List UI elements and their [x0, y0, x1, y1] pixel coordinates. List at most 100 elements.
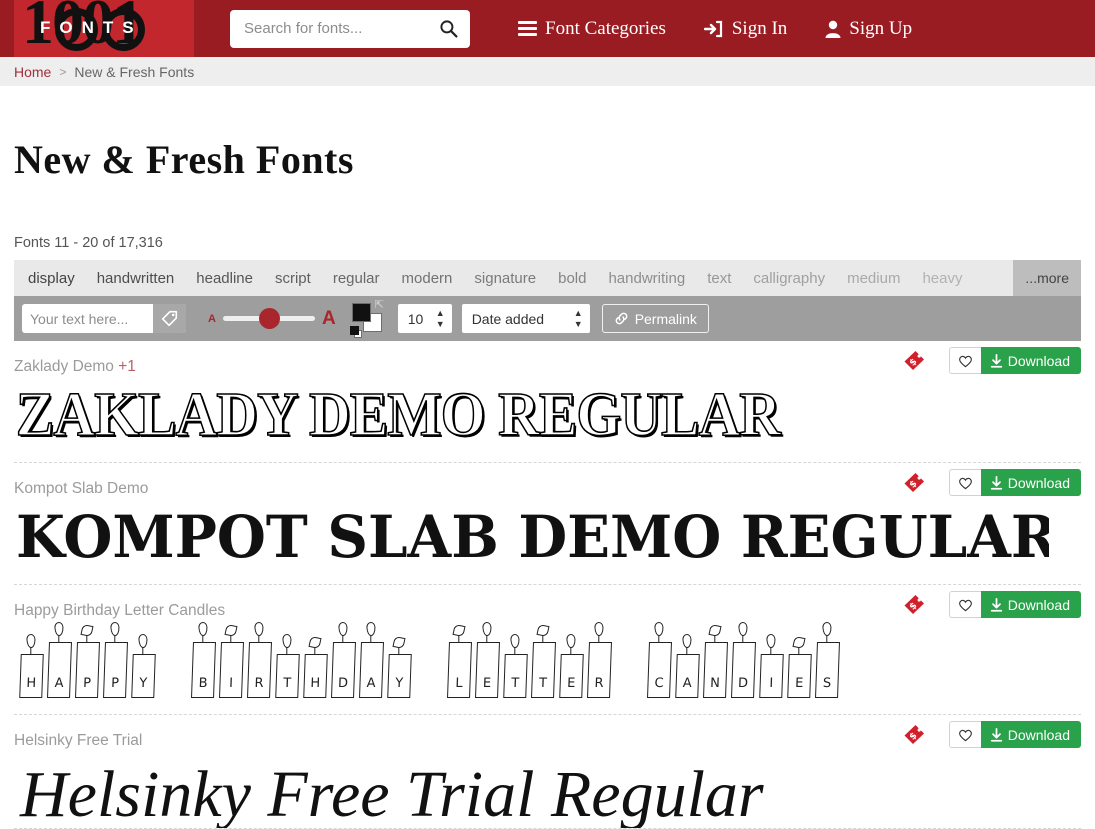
row-button-group: Download — [949, 469, 1081, 496]
wick — [514, 647, 515, 654]
preview-text-input[interactable] — [22, 304, 153, 333]
size-max-label: A — [322, 308, 336, 330]
tag-heavy[interactable]: heavy — [911, 260, 973, 296]
price-tag-dollar-icon[interactable]: $ — [903, 594, 925, 616]
wick — [142, 647, 143, 654]
candle-word: CANDIES — [646, 624, 840, 698]
font-name[interactable]: Kompot Slab Demo — [14, 480, 148, 498]
permalink-label: Permalink — [635, 311, 697, 327]
site-logo[interactable]: 1001 FONTS — [14, 0, 194, 57]
nav-sign-up-label: Sign Up — [849, 18, 912, 40]
reset-colors-foreground[interactable] — [350, 326, 359, 335]
breadcrumb-home[interactable]: Home — [14, 64, 51, 80]
tag-more[interactable]: ...more — [1013, 260, 1081, 296]
flame-icon — [366, 622, 375, 636]
font-sample[interactable]: Helsinky Free Trial Regular — [14, 752, 1081, 828]
price-tag-dollar-icon[interactable]: $ — [903, 472, 925, 494]
nav-font-categories-label: Font Categories — [545, 18, 666, 40]
foreground-color-swatch[interactable] — [352, 303, 371, 322]
font-size-slider-thumb[interactable] — [259, 308, 280, 329]
sort-by-select[interactable]: Date added ▲▼ — [462, 304, 590, 333]
preview-text-field[interactable] — [22, 304, 186, 333]
wick — [686, 647, 687, 654]
price-tag-dollar-icon[interactable]: $ — [903, 724, 925, 746]
tag-modern[interactable]: modern — [391, 260, 464, 296]
flame-icon — [282, 634, 291, 648]
download-arrow-icon — [990, 598, 1003, 612]
candle-body: S — [815, 642, 840, 698]
tag-handwriting[interactable]: handwriting — [597, 260, 696, 296]
font-name-text: Helsinky Free Trial — [14, 732, 142, 749]
font-name[interactable]: Happy Birthday Letter Candles — [14, 602, 225, 620]
favorite-button[interactable] — [949, 721, 981, 748]
color-picker[interactable]: ⇱ — [352, 303, 382, 334]
download-button[interactable]: Download — [981, 721, 1081, 748]
favorite-button[interactable] — [949, 591, 981, 618]
font-list: Zaklady Demo +1$DownloadZAKLADY DEMO REG… — [0, 341, 1095, 829]
tag-signature[interactable]: signature — [463, 260, 547, 296]
download-button[interactable]: Download — [981, 469, 1081, 496]
search-box[interactable] — [230, 10, 470, 48]
wick — [258, 635, 259, 642]
favorite-button[interactable] — [949, 347, 981, 374]
flame-icon — [110, 622, 119, 636]
candle-body: I — [759, 654, 784, 698]
font-size-slider[interactable] — [223, 316, 315, 321]
candle-word: BIRTHDAY — [190, 624, 412, 698]
flame-icon — [198, 622, 207, 636]
row-button-group: Download — [949, 347, 1081, 374]
flame-icon — [822, 622, 831, 636]
candle-word: LETTER — [446, 624, 612, 698]
search-icon[interactable] — [439, 19, 458, 38]
favorite-button[interactable] — [949, 469, 981, 496]
permalink-button[interactable]: Permalink — [602, 304, 709, 333]
tag-icon-button[interactable] — [153, 304, 186, 333]
font-sample[interactable]: KOMPOT SLAB DEMO REGULAR — [14, 500, 1049, 584]
download-button[interactable]: Download — [981, 591, 1081, 618]
breadcrumb-separator: > — [59, 65, 66, 79]
candle-letter: D — [730, 624, 756, 698]
row-actions: $ Download — [903, 347, 1081, 374]
chevron-updown-icon: ▲▼ — [574, 309, 583, 329]
sign-in-arrow-icon — [704, 20, 724, 38]
breadcrumb-current: New & Fresh Fonts — [74, 64, 194, 80]
nav-sign-up[interactable]: Sign Up — [825, 18, 912, 40]
nav-font-categories[interactable]: Font Categories — [518, 18, 666, 40]
size-min-label: A — [208, 313, 216, 325]
tag-handwritten[interactable]: handwritten — [86, 260, 186, 296]
tag-script[interactable]: script — [264, 260, 322, 296]
swap-arrow-icon[interactable]: ⇱ — [374, 300, 383, 311]
heart-icon — [958, 476, 973, 490]
font-size-slider-group: A A — [208, 308, 336, 330]
tag-text[interactable]: text — [696, 260, 742, 296]
download-label: Download — [1008, 475, 1070, 491]
nav-sign-in[interactable]: Sign In — [704, 18, 787, 40]
price-tag-dollar-icon[interactable]: $ — [903, 350, 925, 372]
candle-body: Y — [131, 654, 156, 698]
flame-icon — [26, 634, 35, 648]
wick — [458, 635, 459, 642]
per-page-select[interactable]: 10 ▲▼ — [398, 304, 452, 333]
wick — [398, 647, 399, 654]
font-name-text: Happy Birthday Letter Candles — [14, 602, 225, 619]
tag-bold[interactable]: bold — [547, 260, 597, 296]
font-name[interactable]: Zaklady Demo +1 — [14, 358, 136, 376]
wick — [58, 635, 59, 642]
candle-body: D — [731, 642, 756, 698]
tag-headline[interactable]: headline — [185, 260, 264, 296]
tag-regular[interactable]: regular — [322, 260, 391, 296]
candle-body: L — [447, 642, 472, 698]
tag-display[interactable]: display — [14, 260, 86, 296]
font-extra-count: +1 — [118, 358, 136, 375]
candle-letter: S — [814, 624, 840, 698]
download-button[interactable]: Download — [981, 347, 1081, 374]
wick — [570, 647, 571, 654]
search-input[interactable] — [230, 10, 470, 48]
wick — [30, 647, 31, 654]
candle-letter: C — [646, 624, 672, 698]
tag-medium[interactable]: medium — [836, 260, 911, 296]
wick — [202, 635, 203, 642]
font-sample[interactable]: ZAKLADY DEMO REGULAR — [14, 378, 1006, 462]
tag-calligraphy[interactable]: calligraphy — [742, 260, 836, 296]
font-name[interactable]: Helsinky Free Trial — [14, 732, 142, 750]
